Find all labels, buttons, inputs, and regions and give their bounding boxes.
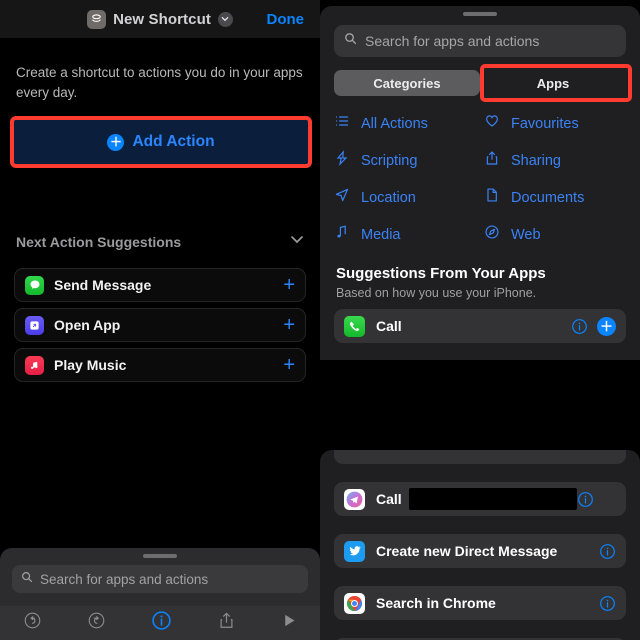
info-icon[interactable] xyxy=(599,543,616,560)
category-web[interactable]: Web xyxy=(484,224,626,245)
list-item-label: Open App xyxy=(54,317,121,333)
list-item-label: Call xyxy=(376,491,402,507)
redacted-value xyxy=(408,488,577,510)
info-icon[interactable] xyxy=(599,595,616,612)
redaction-overlay xyxy=(320,360,640,450)
safari-compass-icon xyxy=(484,224,500,245)
scripting-icon xyxy=(334,150,350,171)
add-icon[interactable]: + xyxy=(283,355,295,375)
section-title: Next Action Suggestions xyxy=(16,233,182,250)
left-search-sheet: Search for apps and actions xyxy=(0,548,320,606)
location-arrow-icon xyxy=(334,187,350,208)
action-picker-pane: Search for apps and actions Categories A… xyxy=(320,0,640,640)
document-icon xyxy=(484,187,500,208)
editor-toolbar xyxy=(0,606,320,640)
list-item[interactable]: Create new Direct Message xyxy=(334,534,626,568)
category-scripting[interactable]: Scripting xyxy=(334,150,476,171)
play-icon[interactable] xyxy=(281,612,298,634)
messages-app-icon xyxy=(25,275,44,295)
category-all-actions[interactable]: All Actions xyxy=(334,113,476,134)
category-media[interactable]: Media xyxy=(334,224,476,245)
category-label: Sharing xyxy=(511,152,561,169)
app-suggestions-title: Suggestions From Your Apps xyxy=(336,265,546,282)
done-button[interactable]: Done xyxy=(267,11,305,28)
plus-circle-icon xyxy=(107,133,125,151)
list-item[interactable]: Search in Chrome xyxy=(334,586,626,620)
info-icon[interactable] xyxy=(571,318,588,335)
music-note-icon xyxy=(334,224,350,245)
chevron-down-icon[interactable] xyxy=(290,232,304,251)
search-icon xyxy=(344,32,357,50)
redo-icon[interactable] xyxy=(87,611,106,635)
list-item-label: Send Message xyxy=(54,277,152,293)
category-sharing[interactable]: Sharing xyxy=(484,150,626,171)
category-favourites[interactable]: Favourites xyxy=(484,113,626,134)
list-item[interactable]: Send Message + xyxy=(14,268,306,302)
category-label: Favourites xyxy=(511,115,579,132)
search-input[interactable]: Search for apps and actions xyxy=(12,565,308,593)
shortcut-editor-pane: New Shortcut Done Create a shortcut to a… xyxy=(0,0,320,640)
add-icon[interactable]: + xyxy=(283,275,295,295)
list-item[interactable]: Call xyxy=(334,482,626,516)
add-icon[interactable]: + xyxy=(283,315,295,335)
undo-icon[interactable] xyxy=(23,611,42,635)
action-picker-sheet-lower: Call Create new Direct Message Search in… xyxy=(320,450,640,640)
category-label: Media xyxy=(361,226,401,243)
search-input[interactable]: Search for apps and actions xyxy=(334,25,626,57)
page-title: New Shortcut xyxy=(113,10,211,28)
tab-categories[interactable]: Categories xyxy=(334,70,480,96)
phone-app-icon xyxy=(344,315,365,337)
chrome-app-icon xyxy=(344,592,365,614)
list-item-label: Play Music xyxy=(54,357,127,373)
category-label: Location xyxy=(361,189,416,206)
info-icon[interactable] xyxy=(151,610,172,636)
shortcut-title-group[interactable]: New Shortcut xyxy=(87,9,233,29)
list-item-label: Call xyxy=(376,318,402,334)
heart-icon xyxy=(484,113,500,134)
shortcuts-layers-icon xyxy=(87,9,107,29)
add-action-label: Add Action xyxy=(132,133,215,150)
next-action-suggestions-header[interactable]: Next Action Suggestions xyxy=(16,232,304,251)
share-icon xyxy=(484,150,500,171)
navigation-bar: New Shortcut Done xyxy=(0,0,320,38)
list-item[interactable]: Open App + xyxy=(14,308,306,342)
category-documents[interactable]: Documents xyxy=(484,187,626,208)
chevron-down-icon[interactable] xyxy=(217,11,233,27)
list-item[interactable]: Play Music + xyxy=(14,348,306,382)
action-picker-sheet: Search for apps and actions Categories A… xyxy=(320,6,640,361)
category-label: Scripting xyxy=(361,152,418,169)
screenshot-root: New Shortcut Done Create a shortcut to a… xyxy=(0,0,640,640)
category-grid: All Actions Favourites Scripting Sharing… xyxy=(334,113,626,245)
share-icon[interactable] xyxy=(217,611,236,635)
twitter-app-icon xyxy=(344,540,365,562)
list-item[interactable]: Call xyxy=(334,309,626,343)
list-item-label: Create new Direct Message xyxy=(376,543,558,559)
add-circle-icon[interactable] xyxy=(597,316,616,336)
partial-row-top xyxy=(334,450,626,464)
open-app-icon xyxy=(25,315,44,335)
add-action-button[interactable]: Add Action xyxy=(10,116,312,168)
music-app-icon xyxy=(25,355,44,375)
category-location[interactable]: Location xyxy=(334,187,476,208)
search-placeholder: Search for apps and actions xyxy=(365,33,540,49)
category-label: Web xyxy=(511,226,541,243)
sheet-grabber[interactable] xyxy=(143,554,177,558)
category-label: Documents xyxy=(511,189,585,206)
list-icon xyxy=(334,113,350,134)
category-label: All Actions xyxy=(361,115,428,132)
tab-apps[interactable]: Apps xyxy=(480,70,626,96)
telegram-app-icon xyxy=(344,488,365,510)
list-item-label: Search in Chrome xyxy=(376,595,496,611)
info-icon[interactable] xyxy=(577,491,594,508)
intro-description: Create a shortcut to actions you do in y… xyxy=(16,65,303,101)
segmented-control: Categories Apps xyxy=(334,64,632,102)
search-placeholder: Search for apps and actions xyxy=(40,571,209,587)
app-suggestions-subtitle: Based on how you use your iPhone. xyxy=(336,286,537,300)
sheet-grabber[interactable] xyxy=(463,12,497,16)
search-icon xyxy=(21,570,33,588)
